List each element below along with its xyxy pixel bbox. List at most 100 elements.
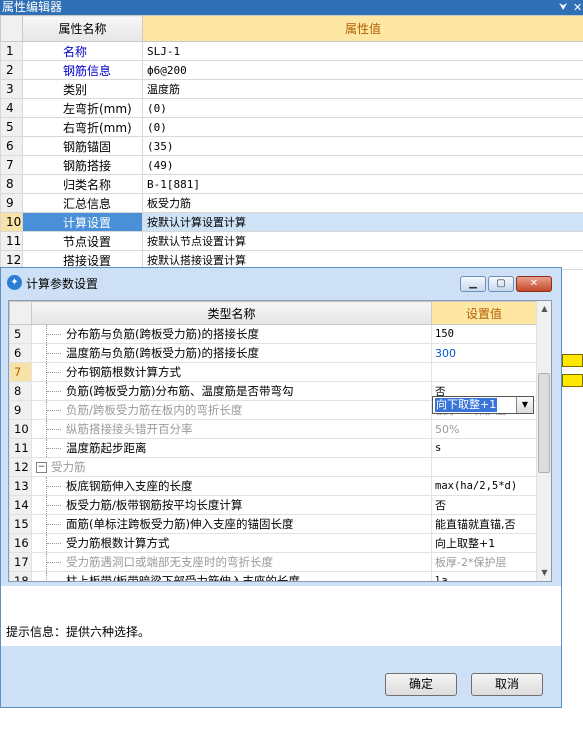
property-row[interactable]: 9 汇总信息 板受力筋 [0, 193, 583, 213]
param-name-label: 负筋(跨板受力筋)分布筋、温度筋是否带弯勾 [66, 384, 294, 398]
scroll-thumb[interactable] [538, 373, 550, 473]
property-value[interactable]: B-1[881] [142, 174, 583, 194]
property-row[interactable]: 11 节点设置 按默认节点设置计算 [0, 231, 583, 251]
property-value[interactable]: SLJ-1 [142, 41, 583, 61]
property-row[interactable]: 6 钢筋锚固 (35) [0, 136, 583, 156]
param-row[interactable]: 10 纵筋搭接接头错开百分率 50% [9, 419, 537, 439]
dialog-title: 计算参数设置 [26, 277, 99, 291]
param-row[interactable]: 7 分布钢筋根数计算方式 [9, 362, 537, 382]
param-row[interactable]: 5 分布筋与负筋(跨板受力筋)的搭接长度 150 [9, 324, 537, 344]
yellow-marker [562, 374, 583, 387]
chevron-down-icon[interactable]: ▼ [516, 397, 533, 413]
param-value[interactable] [431, 362, 537, 382]
row-number: 7 [9, 362, 32, 382]
param-name: 温度筋起步距离 [31, 438, 432, 458]
param-name-label: 板受力筋/板带钢筋按平均长度计算 [66, 498, 243, 512]
param-value[interactable]: s [431, 438, 537, 458]
close-button[interactable]: ✕ [516, 276, 552, 292]
param-row[interactable]: 11 温度筋起步距离 s [9, 438, 537, 458]
param-value[interactable]: 能直锚就直锚,否 [431, 514, 537, 534]
minimize-button[interactable]: ▁ [460, 276, 486, 292]
property-name: 类别 [22, 79, 143, 99]
property-name: 汇总信息 [22, 193, 143, 213]
param-row[interactable]: 12− 受力筋 [9, 457, 537, 477]
property-row[interactable]: 8 归类名称 B-1[881] [0, 174, 583, 194]
row-number: 14 [9, 495, 32, 515]
param-value[interactable]: 300 [431, 343, 537, 363]
param-value[interactable]: 向上取整+1 [431, 533, 537, 553]
property-value[interactable]: (35) [142, 136, 583, 156]
param-row[interactable]: 17 受力筋遇洞口或端部无支座时的弯折长度 板厚-2*保护层 [9, 552, 537, 572]
row-number: 3 [0, 79, 23, 99]
property-value[interactable]: (49) [142, 155, 583, 175]
param-value[interactable]: max(ha/2,5*d) [431, 476, 537, 496]
property-row[interactable]: 3 类别 温度筋 [0, 79, 583, 99]
property-name: 计算设置 [22, 212, 143, 232]
param-value[interactable]: 150 [431, 324, 537, 344]
dialog-titlebar[interactable]: ✦ 计算参数设置 ▁ ▢ ✕ [1, 268, 561, 298]
param-row[interactable]: 6 温度筋与负筋(跨板受力筋)的搭接长度 300 [9, 343, 537, 363]
property-value[interactable]: 按默认节点设置计算 [142, 231, 583, 251]
property-editor-table: 属性名称 属性值 1 名称 SLJ-1 2 钢筋信息 ф6@200 3 类别 温度筋 4 左弯折(m… [0, 15, 583, 270]
param-value[interactable] [431, 457, 537, 477]
property-name: 钢筋锚固 [22, 136, 143, 156]
param-name-label: 面筋(单标注跨板受力筋)伸入支座的锚固长度 [66, 517, 294, 531]
param-row[interactable]: 13 板底钢筋伸入支座的长度 max(ha/2,5*d) [9, 476, 537, 496]
property-value[interactable]: 温度筋 [142, 79, 583, 99]
grid-header-num [9, 301, 32, 325]
scroll-down-icon[interactable]: ▼ [537, 565, 551, 581]
ok-button[interactable]: 确定 [385, 673, 457, 696]
row-number: 5 [0, 117, 23, 137]
row-number: 4 [0, 98, 23, 118]
param-row[interactable]: 18 柱上板带/板带暗梁下部受力筋伸入支座的长度 la [9, 571, 537, 581]
cancel-button[interactable]: 取消 [471, 673, 543, 696]
tree-line [46, 572, 47, 581]
param-name: 纵筋搭接接头错开百分率 [31, 419, 432, 439]
collapse-icon[interactable]: − [36, 462, 47, 473]
param-name-label: 板底钢筋伸入支座的长度 [66, 479, 193, 493]
param-row[interactable]: 16 受力筋根数计算方式 向上取整+1 [9, 533, 537, 553]
yellow-marker [562, 354, 583, 367]
param-name-label: 分布钢筋根数计算方式 [66, 365, 181, 379]
row-number: 9 [0, 193, 23, 213]
property-editor-titlebar: 属性编辑器 ⮟ ✕ [0, 0, 583, 15]
property-row[interactable]: 1 名称 SLJ-1 [0, 41, 583, 61]
param-value[interactable]: la [431, 571, 537, 581]
property-editor-title: 属性编辑器 [2, 0, 63, 14]
tree-line [46, 534, 61, 552]
param-name: 分布钢筋根数计算方式 [31, 362, 432, 382]
calc-method-dropdown[interactable]: 向下取整+1 ▼ [432, 396, 534, 414]
property-row[interactable]: 10 计算设置 按默认计算设置计算 [0, 212, 583, 232]
close-icon[interactable]: ✕ [573, 0, 582, 15]
property-value[interactable]: (0) [142, 98, 583, 118]
param-row[interactable]: 14 板受力筋/板带钢筋按平均长度计算 否 [9, 495, 537, 515]
param-row[interactable]: 15 面筋(单标注跨板受力筋)伸入支座的锚固长度 能直锚就直锚,否 [9, 514, 537, 534]
property-row[interactable]: 4 左弯折(mm) (0) [0, 98, 583, 118]
param-group-name[interactable]: − 受力筋 [31, 457, 432, 477]
maximize-button[interactable]: ▢ [488, 276, 514, 292]
row-number: 2 [0, 60, 23, 80]
calc-params-dialog: ✦ 计算参数设置 ▁ ▢ ✕ 类型名称 设置值 5 分布筋与负筋(跨板受力筋)的搭… [0, 267, 562, 708]
row-number: 10 [9, 419, 32, 439]
row-number: 8 [9, 381, 32, 401]
property-name: 钢筋信息 [22, 60, 143, 80]
property-row[interactable]: 7 钢筋搭接 (49) [0, 155, 583, 175]
property-row[interactable]: 5 右弯折(mm) (0) [0, 117, 583, 137]
tree-line [46, 420, 61, 438]
scroll-up-icon[interactable]: ▲ [537, 301, 551, 317]
property-row[interactable]: 2 钢筋信息 ф6@200 [0, 60, 583, 80]
vertical-scrollbar[interactable]: ▲ ▼ [536, 301, 551, 581]
property-value[interactable]: ф6@200 [142, 60, 583, 80]
tree-line [46, 382, 61, 400]
param-value[interactable]: 板厚-2*保护层 [431, 552, 537, 572]
property-value[interactable]: 板受力筋 [142, 193, 583, 213]
property-value[interactable]: 按默认计算设置计算 [142, 212, 583, 232]
pin-icon[interactable]: ⮟ [559, 0, 568, 15]
tree-line [46, 477, 61, 495]
param-value[interactable]: 否 [431, 495, 537, 515]
property-name: 节点设置 [22, 231, 143, 251]
property-value[interactable]: (0) [142, 117, 583, 137]
param-name: 受力筋根数计算方式 [31, 533, 432, 553]
param-name-label: 受力筋根数计算方式 [66, 536, 170, 550]
param-value[interactable]: 50% [431, 419, 537, 439]
